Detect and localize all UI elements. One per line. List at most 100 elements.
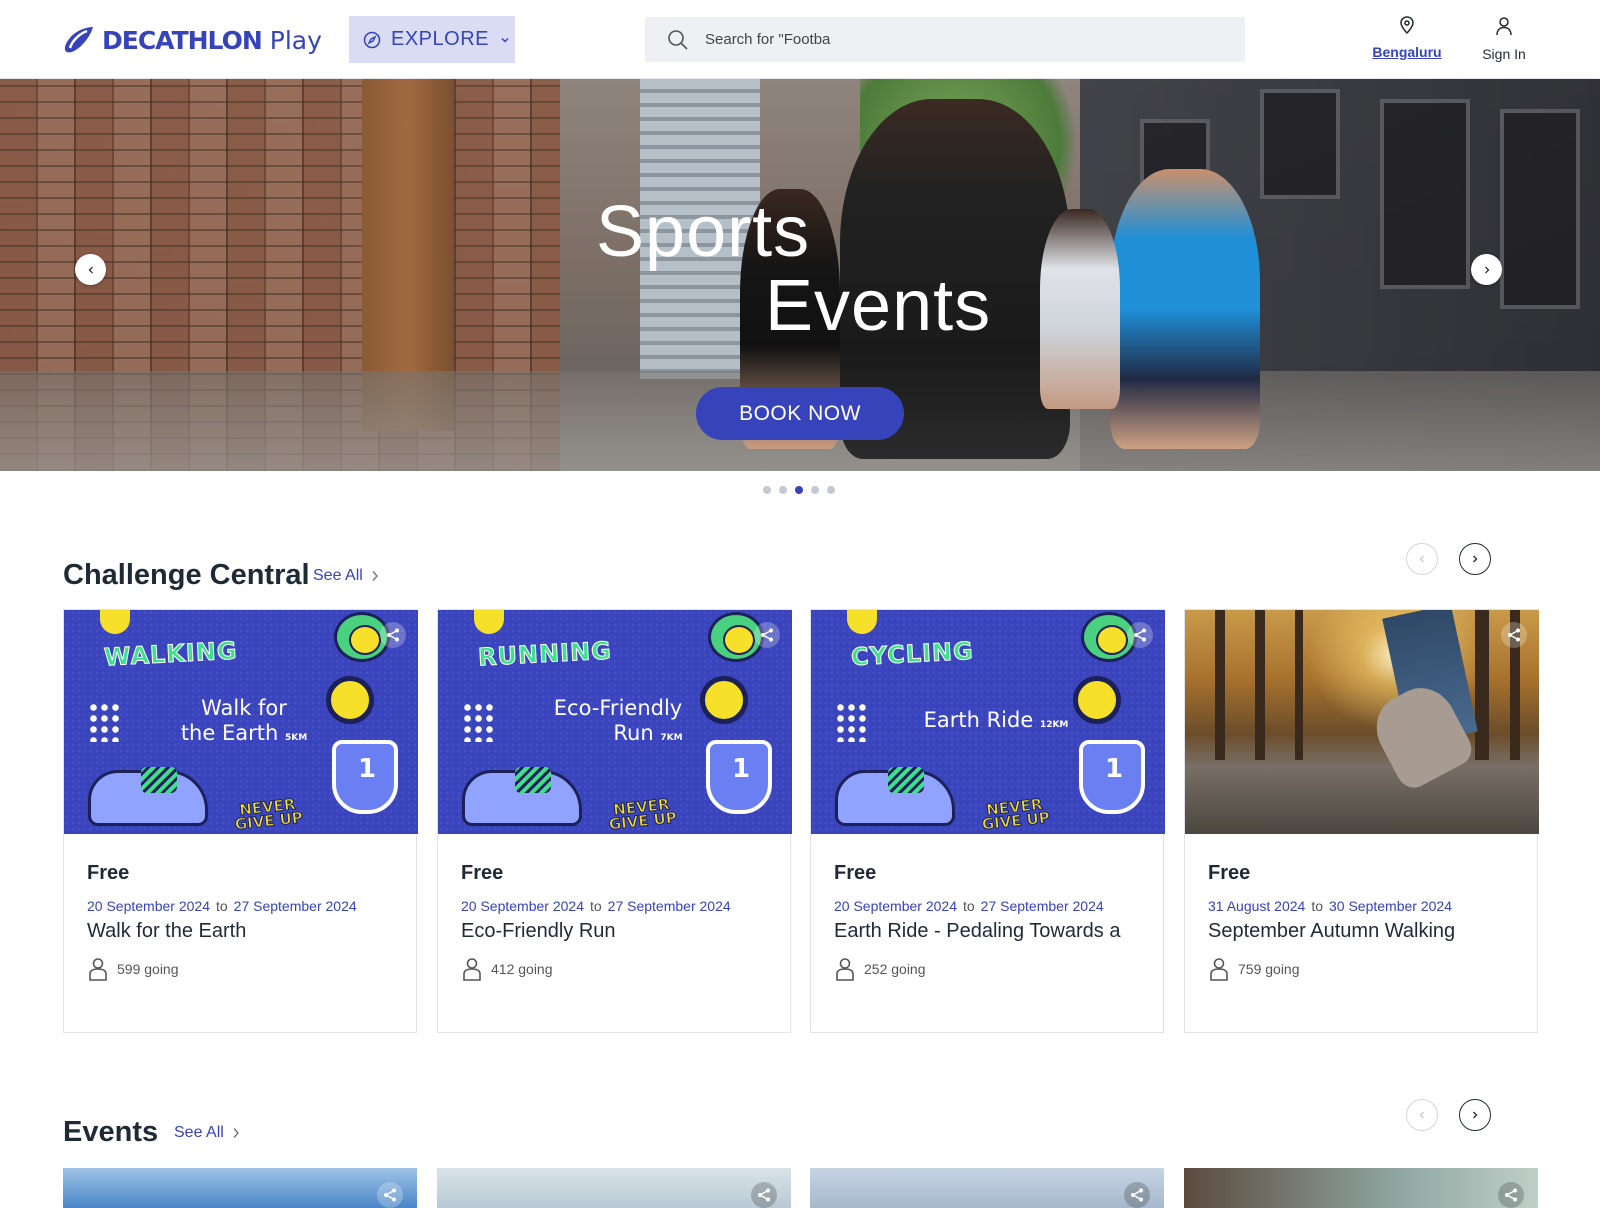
card-title: Eco-Friendly Run — [461, 920, 616, 942]
share-icon — [1131, 1188, 1143, 1202]
carousel-dot-active[interactable] — [795, 486, 803, 494]
event-card[interactable] — [1184, 1168, 1538, 1208]
event-card[interactable] — [810, 1168, 1164, 1208]
art-line1: Eco-Friendly — [553, 696, 683, 720]
card-title: Walk for the Earth — [87, 920, 247, 942]
going-count: 759 going — [1238, 961, 1300, 977]
challenge-card-body: Free 20 September 2024 to 27 September 202… — [87, 846, 400, 981]
going-count: 252 going — [864, 961, 926, 977]
sneaker-graphic — [835, 767, 955, 826]
chevron-right-icon — [1473, 1111, 1478, 1119]
card-price: Free — [461, 862, 504, 884]
unicycle-wheel-graphic — [326, 676, 374, 724]
person-icon — [836, 958, 854, 981]
card-dates: 31 August 2024 to 30 September 2024 — [1208, 898, 1452, 914]
card-title: September Autumn Walking — [1208, 920, 1456, 942]
trophy-graphic — [1079, 740, 1145, 814]
hero-runner-blue — [1110, 169, 1260, 449]
share-icon — [384, 1188, 396, 1202]
decathlon-logo-icon — [64, 27, 93, 53]
card-price: Free — [1208, 862, 1251, 884]
trophy-graphic — [332, 740, 398, 814]
share-button[interactable] — [754, 622, 780, 648]
art-title: Earth Ride 12KM — [901, 708, 1091, 738]
hero-runner-back — [1040, 209, 1120, 409]
share-button[interactable] — [751, 1182, 777, 1208]
share-icon — [1505, 1188, 1517, 1202]
share-icon — [758, 1188, 770, 1202]
events-see-all-link[interactable]: See All — [174, 1124, 240, 1142]
share-icon — [387, 628, 399, 642]
chevron-right-icon — [372, 571, 378, 581]
challenge-card[interactable]: Free 31 August 2024 to 30 September 2024 S… — [1184, 609, 1539, 1033]
search-input[interactable] — [705, 31, 1185, 48]
share-button[interactable] — [1124, 1182, 1150, 1208]
art-distance: 12KM — [1039, 720, 1069, 730]
share-button[interactable] — [377, 1182, 403, 1208]
share-button[interactable] — [1498, 1182, 1524, 1208]
art-line2: the Earth — [180, 721, 279, 745]
site-header: DECATHLON Play EXPLORE Bengaluru Sign — [0, 0, 1600, 79]
challenge-card[interactable]: RUNNING Eco-Friendly Run 7KM NEVERGIVE U… — [437, 609, 792, 1033]
never-give-up-badge: NEVER GIVE UP — [233, 795, 304, 834]
location-selector[interactable]: Bengaluru — [1370, 16, 1444, 60]
art-title: Walk for the Earth 5KM — [154, 696, 334, 751]
event-card[interactable] — [437, 1168, 791, 1208]
challenge-card-image: WALKING Walk for the Earth 5KM NEVERGIVE… — [64, 610, 418, 834]
dot-grid-graphic — [835, 702, 869, 742]
hero-next-button[interactable] — [1471, 254, 1502, 285]
share-button[interactable] — [1501, 622, 1527, 648]
user-icon — [1496, 17, 1512, 36]
card-attendance: 252 going — [834, 957, 1147, 981]
never-give-up-badge: NEVER GIVE UP — [980, 795, 1051, 834]
card-attendance: 759 going — [1208, 957, 1521, 981]
hero-prev-button[interactable] — [75, 254, 106, 285]
see-all-label: See All — [313, 567, 363, 584]
carousel-dot[interactable] — [763, 486, 771, 494]
chevron-right-icon — [233, 1128, 239, 1138]
challenge-see-all-link[interactable]: See All — [313, 567, 379, 585]
dot-grid-graphic — [462, 702, 496, 742]
search-icon[interactable] — [667, 29, 689, 51]
chevron-left-icon — [88, 266, 93, 273]
sign-in-label: Sign In — [1482, 46, 1526, 62]
challenge-card[interactable]: CYCLING Earth Ride 12KM NEVERGIVE UP Fre… — [810, 609, 1165, 1033]
hero-title-line1: Sports — [596, 192, 811, 272]
unicycle-wheel-graphic — [1073, 676, 1121, 724]
challenge-prev-button[interactable] — [1406, 543, 1438, 575]
brand-suffix: Play — [269, 25, 322, 55]
event-card[interactable] — [63, 1168, 417, 1208]
book-now-button[interactable]: BOOK NOW — [696, 387, 904, 440]
map-pin-icon — [1400, 16, 1414, 35]
challenge-card-image: CYCLING Earth Ride 12KM NEVERGIVE UP — [811, 610, 1165, 834]
dot-grid-graphic — [88, 702, 122, 742]
chevron-left-icon — [1419, 1111, 1424, 1119]
chevron-right-icon — [1484, 266, 1489, 273]
decathlon-play-logo[interactable]: DECATHLON Play — [62, 24, 322, 56]
location-label: Bengaluru — [1372, 44, 1442, 60]
carousel-dot[interactable] — [827, 486, 835, 494]
art-title: Eco-Friendly Run 7KM — [518, 696, 718, 751]
unicycle-wheel-graphic — [700, 676, 748, 724]
explore-label: EXPLORE — [391, 28, 489, 50]
explore-menu-button[interactable]: EXPLORE — [349, 16, 515, 63]
events-prev-button[interactable] — [1406, 1099, 1438, 1131]
challenge-card[interactable]: WALKING Walk for the Earth 5KM NEVERGIVE… — [63, 609, 418, 1033]
carousel-pagination — [763, 486, 835, 494]
sneaker-graphic — [462, 767, 582, 826]
share-button[interactable] — [1127, 622, 1153, 648]
share-button[interactable] — [380, 622, 406, 648]
sign-in-button[interactable]: Sign In — [1476, 16, 1532, 62]
carousel-dot[interactable] — [811, 486, 819, 494]
art-distance: 7KM — [660, 733, 683, 743]
challenge-card-body: Free 31 August 2024 to 30 September 2024 S… — [1208, 846, 1521, 981]
compass-icon — [363, 31, 381, 48]
brand-name: DECATHLON — [102, 25, 263, 55]
chevron-left-icon — [1419, 555, 1424, 563]
share-icon — [761, 628, 773, 642]
events-next-button[interactable] — [1459, 1099, 1491, 1131]
challenge-next-button[interactable] — [1459, 543, 1491, 575]
challenge-card-body: Free 20 September 2024 to 27 September 202… — [834, 846, 1147, 981]
challenge-section-title: Challenge Central — [63, 559, 310, 591]
carousel-dot[interactable] — [779, 486, 787, 494]
